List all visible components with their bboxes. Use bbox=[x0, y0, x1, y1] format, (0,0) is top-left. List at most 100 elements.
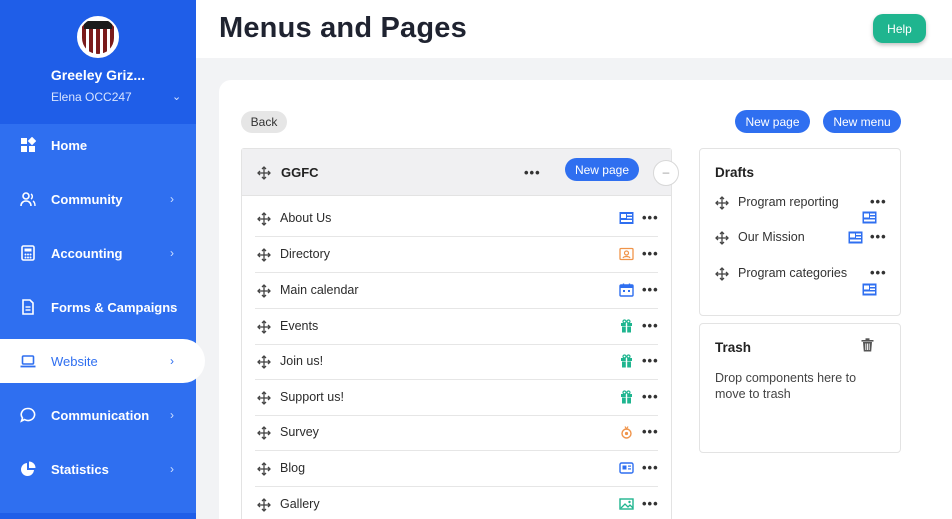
menu-item-directory[interactable]: Directory ••• bbox=[255, 237, 658, 273]
user-name: Elena OCC247 bbox=[51, 90, 132, 104]
sidebar-item-communication[interactable]: Communication › bbox=[0, 393, 196, 437]
more-options-icon[interactable]: ••• bbox=[870, 266, 887, 279]
sidebar-item-label: Statistics bbox=[51, 461, 109, 477]
more-options-icon[interactable]: ••• bbox=[642, 283, 659, 296]
chevron-right-icon: › bbox=[170, 462, 174, 476]
menu-item-support-us[interactable]: Support us! ••• bbox=[255, 380, 658, 416]
chevron-right-icon: › bbox=[170, 408, 174, 422]
more-options-icon[interactable]: ••• bbox=[870, 195, 887, 208]
sidebar-item-home[interactable]: Home bbox=[0, 123, 196, 167]
page-header: Menus and Pages Help bbox=[196, 0, 952, 58]
menu-item-label: Events bbox=[280, 319, 319, 333]
drag-handle-icon[interactable] bbox=[257, 355, 271, 369]
directory-icon bbox=[619, 247, 634, 261]
collapse-menu-button[interactable]: – bbox=[653, 160, 679, 186]
new-menu-button[interactable]: New menu bbox=[823, 110, 901, 133]
menu-title: GGFC bbox=[281, 165, 319, 180]
menu-item-events[interactable]: Events ••• bbox=[255, 309, 658, 345]
sidebar-item-website[interactable]: Website › bbox=[0, 339, 205, 383]
gift-icon bbox=[621, 390, 632, 404]
gift-icon bbox=[621, 354, 632, 368]
survey-icon bbox=[621, 426, 632, 439]
back-button[interactable]: Back bbox=[241, 111, 287, 133]
community-icon bbox=[20, 192, 36, 207]
more-options-icon[interactable]: ••• bbox=[642, 247, 659, 260]
menu-item-about-us[interactable]: About Us ••• bbox=[255, 201, 658, 237]
menu-item-label: Main calendar bbox=[280, 283, 359, 297]
drag-handle-icon[interactable] bbox=[257, 284, 271, 298]
page-title: Menus and Pages bbox=[219, 12, 467, 44]
draft-item-program-categories[interactable]: Program categories ••• bbox=[714, 264, 886, 284]
menu-item-join-us[interactable]: Join us! ••• bbox=[255, 344, 658, 380]
menu-item-label: Survey bbox=[280, 425, 319, 439]
more-options-icon[interactable]: ••• bbox=[524, 166, 541, 179]
sidebar-item-label: Home bbox=[51, 137, 88, 153]
organization-logo bbox=[77, 16, 119, 58]
drag-handle-icon[interactable] bbox=[257, 462, 271, 476]
menu-item-survey[interactable]: Survey ••• bbox=[255, 415, 658, 451]
menu-item-label: About Us bbox=[280, 211, 332, 225]
more-options-icon[interactable]: ••• bbox=[642, 354, 659, 367]
sidebar-item-forms-campaigns[interactable]: Forms & Campaigns › bbox=[0, 285, 196, 329]
drag-handle-icon[interactable] bbox=[715, 196, 729, 210]
sidebar-item-label: Website bbox=[51, 353, 98, 369]
chat-icon bbox=[20, 407, 36, 423]
drag-handle-icon[interactable] bbox=[257, 248, 271, 262]
menu-item-label: Support us! bbox=[280, 390, 344, 404]
home-grid-icon bbox=[21, 137, 36, 152]
sidebar-footer bbox=[0, 513, 196, 519]
menu-new-page-button[interactable]: New page bbox=[565, 158, 639, 181]
chevron-right-icon: › bbox=[170, 354, 174, 368]
organization-name: Greeley Griz... bbox=[50, 67, 146, 83]
calendar-icon bbox=[619, 283, 634, 297]
gift-icon bbox=[621, 319, 632, 333]
drag-handle-icon[interactable] bbox=[257, 320, 271, 334]
sidebar-item-statistics[interactable]: Statistics › bbox=[0, 447, 196, 491]
new-page-button[interactable]: New page bbox=[735, 110, 810, 133]
trash-icon bbox=[861, 338, 874, 352]
sidebar-item-label: Communication bbox=[51, 407, 150, 423]
help-button[interactable]: Help bbox=[873, 14, 926, 43]
more-options-icon[interactable]: ••• bbox=[642, 497, 659, 510]
blog-icon bbox=[619, 462, 634, 474]
chevron-down-icon[interactable]: ⌄ bbox=[172, 90, 181, 103]
sidebar-item-label: Forms & Campaigns bbox=[51, 299, 178, 315]
menu-item-label: Gallery bbox=[280, 497, 320, 511]
menu-item-blog[interactable]: Blog ••• bbox=[255, 451, 658, 487]
sidebar: Greeley Griz... Elena OCC247 ⌄ Home Comm… bbox=[0, 0, 205, 519]
image-icon bbox=[619, 498, 634, 510]
page-layout-icon bbox=[862, 211, 877, 224]
drag-handle-icon[interactable] bbox=[257, 426, 271, 440]
menu-item-label: Blog bbox=[280, 461, 306, 475]
pie-chart-icon bbox=[21, 461, 36, 476]
sidebar-item-accounting[interactable]: Accounting › bbox=[0, 231, 196, 275]
drag-handle-icon[interactable] bbox=[257, 391, 271, 405]
menu-item-gallery[interactable]: Gallery ••• bbox=[255, 487, 658, 519]
draft-item-label: Program categories bbox=[738, 266, 848, 280]
drag-handle-icon[interactable] bbox=[715, 267, 729, 281]
accounting-icon bbox=[21, 245, 35, 261]
menu-header[interactable]: GGFC ••• New page bbox=[242, 149, 671, 196]
more-options-icon[interactable]: ••• bbox=[642, 390, 659, 403]
draft-item-label: Program reporting bbox=[738, 195, 839, 209]
more-options-icon[interactable]: ••• bbox=[642, 211, 659, 224]
draft-item-program-reporting[interactable]: Program reporting ••• bbox=[714, 193, 886, 213]
more-options-icon[interactable]: ••• bbox=[870, 230, 887, 243]
draft-item-label: Our Mission bbox=[738, 230, 805, 244]
organization-header[interactable]: Greeley Griz... Elena OCC247 ⌄ bbox=[0, 0, 196, 124]
drag-handle-icon[interactable] bbox=[257, 212, 271, 226]
chevron-right-icon: › bbox=[170, 246, 174, 260]
drag-handle-icon[interactable] bbox=[257, 498, 271, 512]
chevron-right-icon: › bbox=[170, 300, 174, 314]
menu-item-main-calendar[interactable]: Main calendar ••• bbox=[255, 273, 658, 309]
sidebar-item-community[interactable]: Community › bbox=[0, 177, 196, 221]
more-options-icon[interactable]: ••• bbox=[642, 425, 659, 438]
menu-item-label: Join us! bbox=[280, 354, 324, 368]
more-options-icon[interactable]: ••• bbox=[642, 319, 659, 332]
more-options-icon[interactable]: ••• bbox=[642, 461, 659, 474]
forms-icon bbox=[22, 299, 34, 315]
drag-handle-icon[interactable] bbox=[257, 166, 271, 180]
drag-handle-icon[interactable] bbox=[715, 231, 729, 245]
sidebar-item-label: Accounting bbox=[51, 245, 123, 261]
trash-title: Trash bbox=[715, 340, 752, 355]
